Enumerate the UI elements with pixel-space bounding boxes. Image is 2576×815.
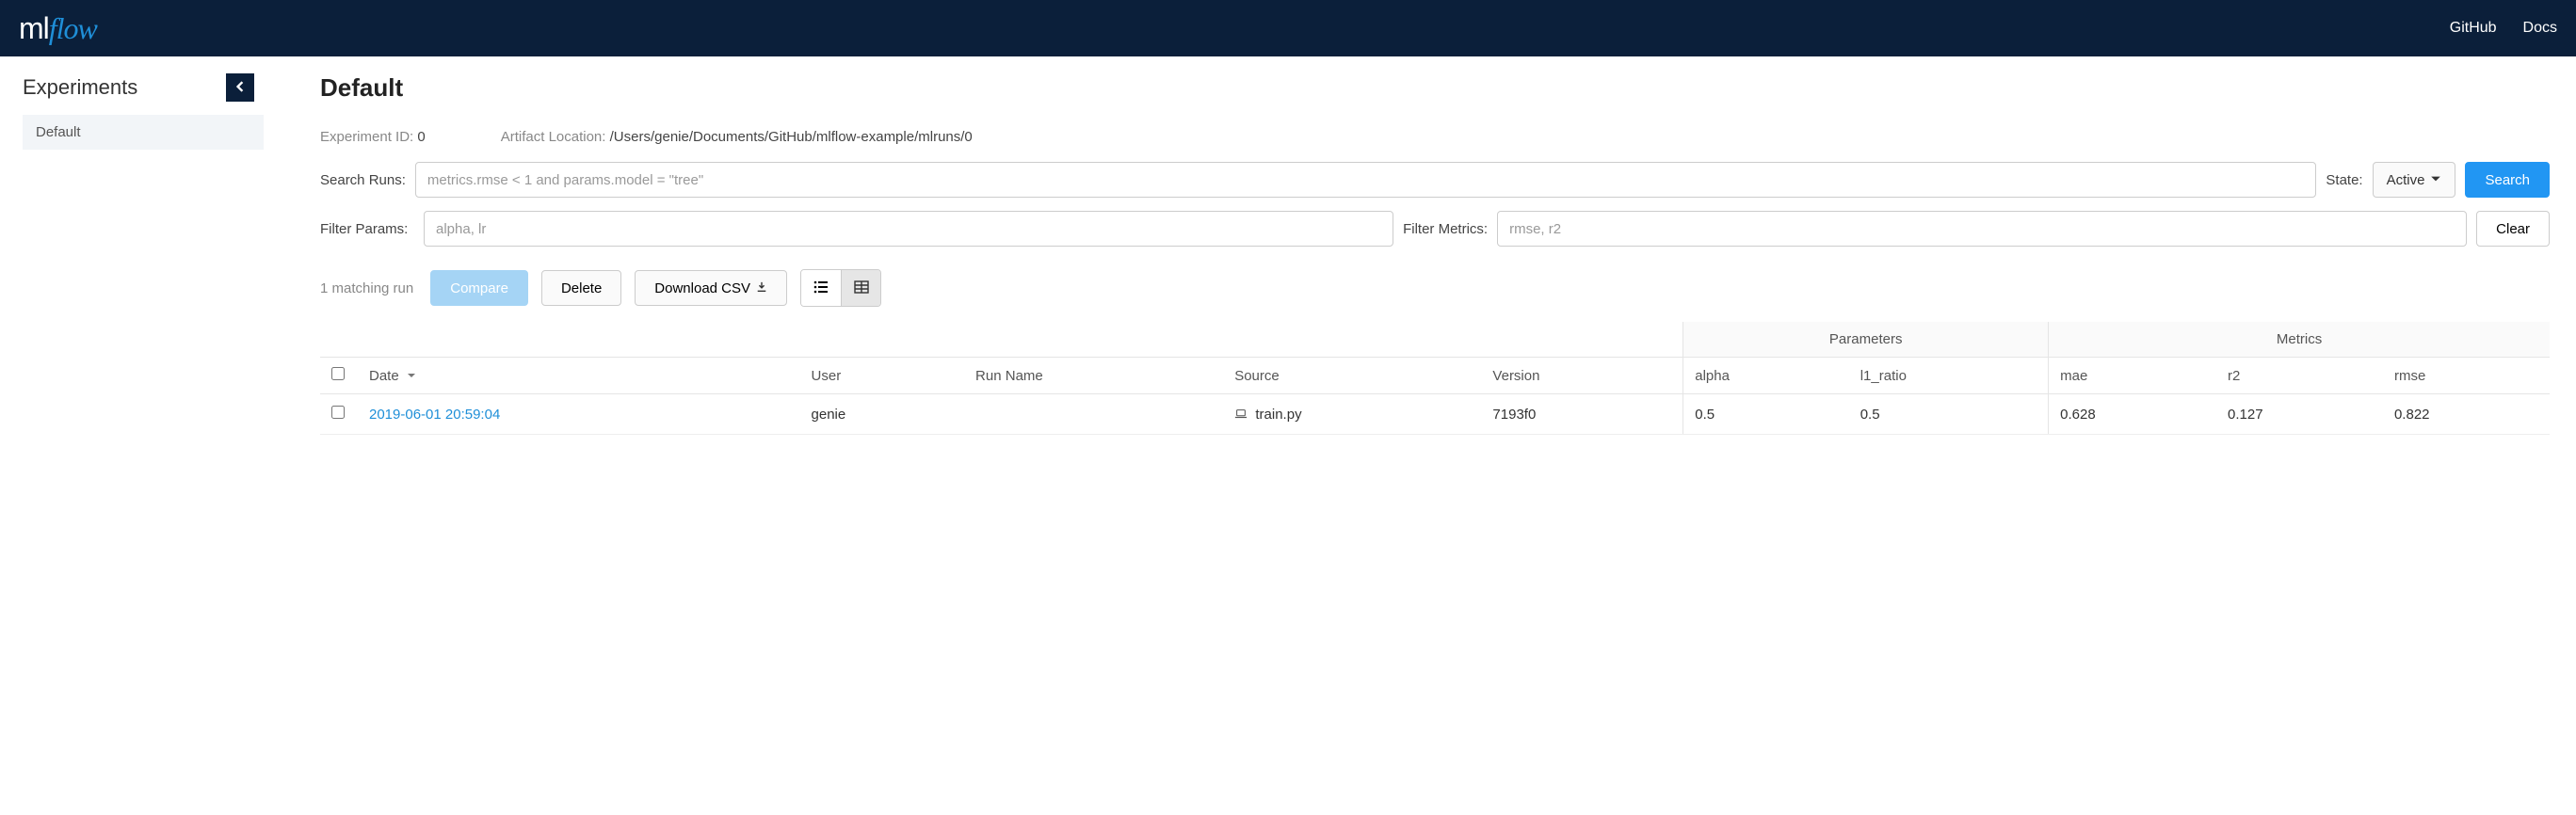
runs-table: Parameters Metrics Date User Run Name So… — [320, 322, 2550, 435]
matching-runs-count: 1 matching run — [320, 280, 413, 296]
col-rmse[interactable]: rmse — [2383, 358, 2550, 394]
list-icon — [813, 279, 829, 298]
col-group-metrics: Metrics — [2049, 322, 2550, 358]
col-user[interactable]: User — [800, 358, 965, 394]
state-dropdown[interactable]: Active — [2373, 162, 2456, 198]
col-run-name[interactable]: Run Name — [964, 358, 1223, 394]
cell-run-name — [964, 394, 1223, 435]
search-runs-label: Search Runs: — [320, 172, 406, 188]
mlflow-logo: mlflow — [19, 11, 97, 46]
row-checkbox[interactable] — [331, 406, 345, 419]
cell-rmse: 0.822 — [2383, 394, 2550, 435]
view-toggle — [800, 269, 881, 307]
download-csv-button[interactable]: Download CSV — [635, 270, 787, 306]
table-view-button[interactable] — [841, 270, 880, 306]
search-button[interactable]: Search — [2465, 162, 2550, 198]
chevron-left-icon — [234, 80, 246, 95]
cell-mae: 0.628 — [2049, 394, 2216, 435]
run-date-link[interactable]: 2019-06-01 20:59:04 — [369, 407, 500, 423]
col-r2[interactable]: r2 — [2216, 358, 2383, 394]
filter-params-input[interactable] — [424, 211, 1393, 247]
table-row: 2019-06-01 20:59:04 genie train.py 7193f… — [320, 394, 2550, 435]
sort-desc-icon — [403, 368, 416, 384]
filter-params-label: Filter Params: — [320, 221, 414, 237]
cell-alpha: 0.5 — [1683, 394, 1849, 435]
page-title: Default — [320, 73, 2550, 103]
laptop-icon — [1234, 407, 1251, 423]
artifact-location-label: Artifact Location: — [501, 129, 606, 145]
state-label: State: — [2326, 172, 2362, 188]
search-runs-input[interactable] — [415, 162, 2317, 198]
delete-button[interactable]: Delete — [541, 270, 621, 306]
col-mae[interactable]: mae — [2049, 358, 2216, 394]
download-csv-label: Download CSV — [654, 280, 750, 296]
sidebar-item-default[interactable]: Default — [23, 115, 264, 150]
col-date[interactable]: Date — [358, 358, 800, 394]
state-value: Active — [2387, 172, 2425, 188]
experiment-id-value: 0 — [417, 129, 425, 145]
clear-button[interactable]: Clear — [2476, 211, 2550, 247]
nav-github-link[interactable]: GitHub — [2450, 20, 2497, 37]
col-version[interactable]: Version — [1481, 358, 1682, 394]
sidebar: Experiments Default — [0, 56, 264, 435]
col-group-parameters: Parameters — [1683, 322, 2049, 358]
artifact-location-value: /Users/genie/Documents/GitHub/mlflow-exa… — [610, 129, 973, 145]
col-source[interactable]: Source — [1223, 358, 1481, 394]
col-date-label: Date — [369, 368, 399, 384]
list-view-button[interactable] — [801, 270, 841, 306]
filter-metrics-label: Filter Metrics: — [1403, 221, 1488, 237]
top-nav: GitHub Docs — [2450, 20, 2557, 37]
sidebar-title: Experiments — [23, 75, 137, 100]
sidebar-collapse-button[interactable] — [226, 73, 254, 102]
select-all-checkbox[interactable] — [331, 367, 345, 380]
main-content: Default Experiment ID: 0 Artifact Locati… — [264, 56, 2576, 435]
topbar: mlflow GitHub Docs — [0, 0, 2576, 56]
nav-docs-link[interactable]: Docs — [2523, 20, 2557, 37]
compare-button[interactable]: Compare — [430, 270, 528, 306]
experiment-id-label: Experiment ID: — [320, 129, 413, 145]
download-icon — [756, 280, 767, 296]
cell-version: 7193f0 — [1481, 394, 1682, 435]
caret-down-icon — [2430, 172, 2441, 188]
cell-user: genie — [800, 394, 965, 435]
col-alpha[interactable]: alpha — [1683, 358, 1849, 394]
cell-r2: 0.127 — [2216, 394, 2383, 435]
col-l1-ratio[interactable]: l1_ratio — [1849, 358, 2049, 394]
filter-metrics-input[interactable] — [1497, 211, 2467, 247]
cell-l1-ratio: 0.5 — [1849, 394, 2049, 435]
cell-source: train.py — [1223, 394, 1481, 435]
table-icon — [853, 279, 870, 298]
cell-source-text: train.py — [1255, 407, 1301, 423]
